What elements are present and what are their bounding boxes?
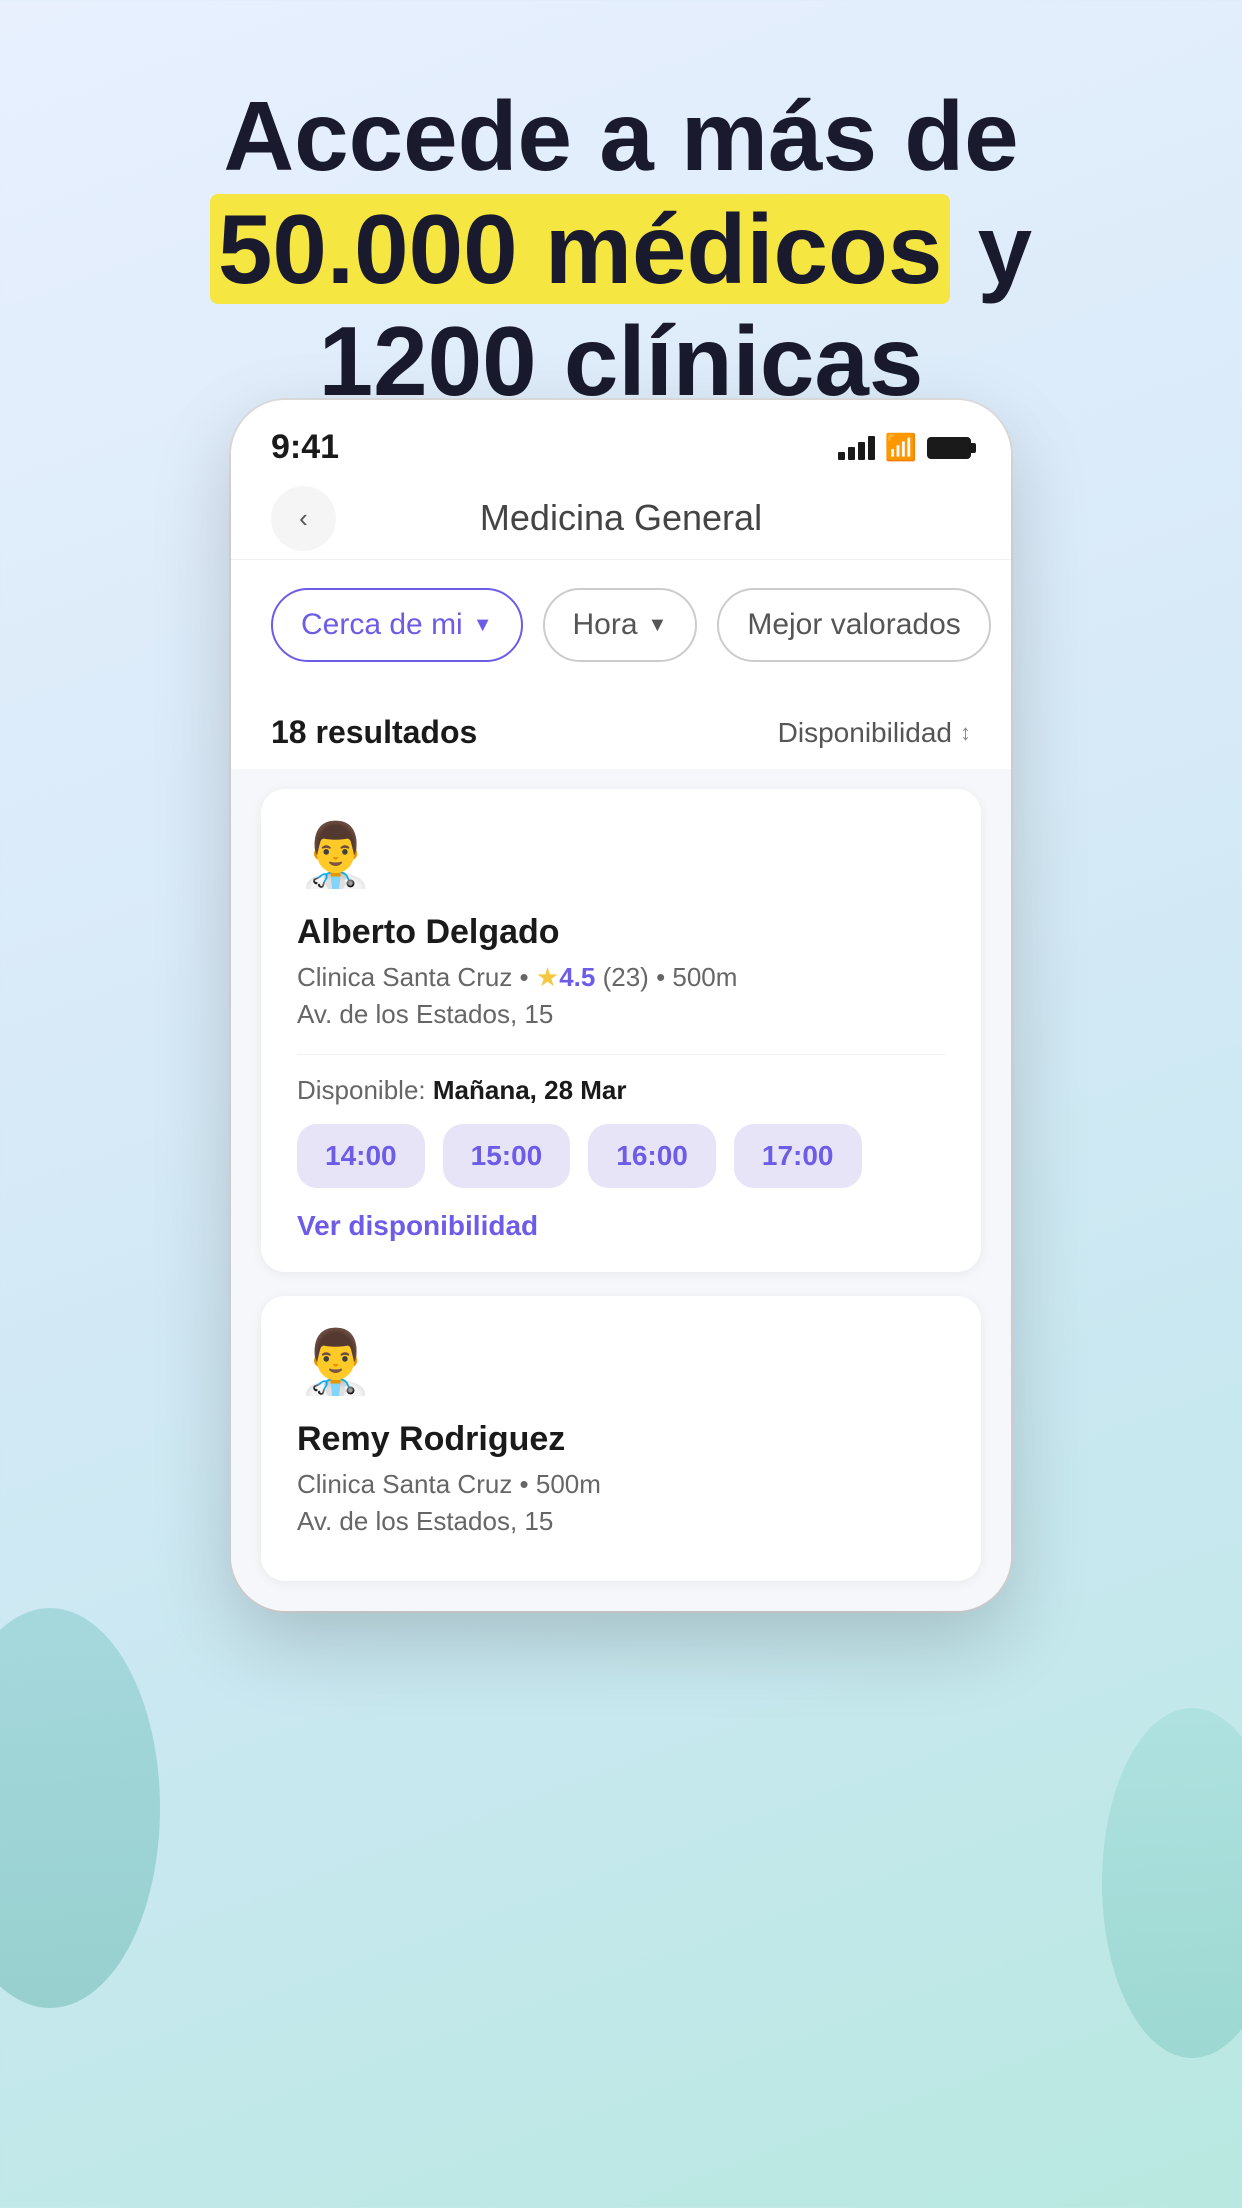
doctor-distance-2: 500m: [536, 1469, 601, 1499]
cards-area: 👨‍⚕️ Alberto Delgado Clinica Santa Cruz …: [231, 769, 1011, 1611]
hero-suffix: y: [950, 194, 1032, 304]
doctor-clinic-1: Clinica Santa Cruz: [297, 962, 512, 992]
signal-icon: [838, 436, 875, 460]
doctor-name-2: Remy Rodriguez: [297, 1420, 945, 1459]
filter-bar: Cerca de mi ▼ Hora ▼ Mejor valorados: [231, 560, 1011, 690]
time-slot-1500[interactable]: 15:00: [443, 1124, 571, 1188]
doctor-rating-1: 4.5: [559, 962, 595, 992]
bg-decoration-right: [1102, 1708, 1242, 2058]
bg-decoration-left: [0, 1608, 160, 2008]
filter-mejor-label: Mejor valorados: [747, 608, 960, 642]
doctor-avatar-1: 👨‍⚕️: [297, 825, 369, 897]
dot-separator-2: •: [656, 962, 672, 992]
hero-line1: Accede a más de: [223, 81, 1018, 191]
wifi-icon: 📶: [885, 432, 917, 463]
status-time: 9:41: [271, 428, 339, 467]
card-divider-1: [297, 1054, 945, 1055]
ver-disponibilidad-button-1[interactable]: Ver disponibilidad: [297, 1210, 945, 1242]
filter-hora[interactable]: Hora ▼: [543, 588, 698, 662]
back-chevron-icon: ‹: [299, 503, 308, 534]
dot-separator-1: •: [520, 962, 536, 992]
phone-mockup-container: 9:41 📶 ‹ Medicina General Cerca: [231, 400, 1011, 1611]
doctor-address-1: Av. de los Estados, 15: [297, 999, 945, 1030]
nav-bar: ‹ Medicina General: [231, 477, 1011, 560]
status-bar: 9:41 📶: [231, 400, 1011, 477]
filter-hora-label: Hora: [573, 608, 638, 642]
dot-separator-3: •: [520, 1469, 536, 1499]
time-slot-1600[interactable]: 16:00: [588, 1124, 716, 1188]
back-button[interactable]: ‹: [271, 486, 336, 551]
doctor-distance-1: 500m: [672, 962, 737, 992]
doctor-address-2: Av. de los Estados, 15: [297, 1506, 945, 1537]
hero-highlight: 50.000 médicos: [210, 194, 951, 304]
status-icons: 📶: [838, 432, 971, 463]
doctor-info-1: Clinica Santa Cruz • ★4.5 (23) • 500m: [297, 962, 945, 993]
time-slot-1700[interactable]: 17:00: [734, 1124, 862, 1188]
doctor-avatar-2: 👨‍⚕️: [297, 1332, 369, 1404]
doctor-card-1[interactable]: 👨‍⚕️ Alberto Delgado Clinica Santa Cruz …: [261, 789, 981, 1272]
sort-button[interactable]: Disponibilidad ↕: [778, 717, 971, 749]
hero-title: Accede a más de 50.000 médicos y 1200 cl…: [60, 80, 1182, 418]
hero-section: Accede a más de 50.000 médicos y 1200 cl…: [0, 0, 1242, 458]
time-slots-1: 14:00 15:00 16:00 17:00: [297, 1124, 945, 1188]
filter-cerca-label: Cerca de mi: [301, 608, 463, 642]
chevron-down-icon: ▼: [473, 614, 493, 637]
results-header: 18 resultados Disponibilidad ↕: [231, 690, 1011, 769]
doctor-clinic-2: Clinica Santa Cruz: [297, 1469, 512, 1499]
time-slot-1400[interactable]: 14:00: [297, 1124, 425, 1188]
filter-cerca[interactable]: Cerca de mi ▼: [271, 588, 523, 662]
filter-mejor[interactable]: Mejor valorados: [717, 588, 990, 662]
doctor-card-2[interactable]: 👨‍⚕️ Remy Rodriguez Clinica Santa Cruz •…: [261, 1296, 981, 1581]
battery-icon: [927, 437, 971, 459]
availability-date-1: Mañana, 28 Mar: [433, 1075, 627, 1105]
phone-mockup: 9:41 📶 ‹ Medicina General Cerca: [231, 400, 1011, 1611]
chevron-down-icon-2: ▼: [648, 614, 668, 637]
doctor-info-2: Clinica Santa Cruz • 500m: [297, 1469, 945, 1500]
sort-arrows-icon: ↕: [960, 720, 971, 746]
doctor-name-1: Alberto Delgado: [297, 913, 945, 952]
results-count: 18 resultados: [271, 714, 477, 751]
nav-title: Medicina General: [480, 497, 762, 539]
star-icon-1: ★: [536, 962, 559, 992]
availability-label-text: Disponible:: [297, 1075, 426, 1105]
disponible-label-1: Disponible: Mañana, 28 Mar: [297, 1075, 945, 1106]
sort-label: Disponibilidad: [778, 717, 952, 749]
doctor-reviews-1: (23): [603, 962, 649, 992]
